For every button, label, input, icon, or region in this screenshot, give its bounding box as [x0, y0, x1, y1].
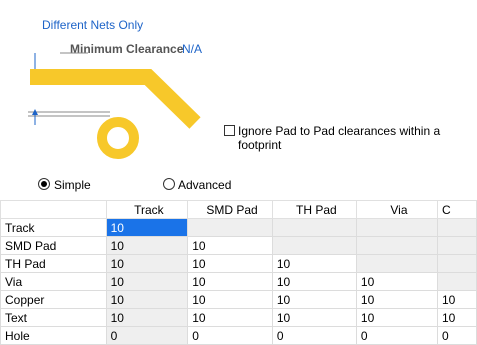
table-cell[interactable]: 10: [105, 308, 189, 327]
table-cell: [355, 236, 438, 255]
table-cell[interactable]: 10: [271, 272, 357, 291]
table-cell: [187, 218, 273, 237]
simple-radio-label: Simple: [54, 178, 91, 192]
clearance-matrix: Track SMD Pad TH Pad Via C Track 10 SMD …: [0, 200, 477, 345]
table-cell[interactable]: 10: [355, 290, 438, 309]
table-cell: [436, 236, 477, 255]
row-header: Copper: [0, 290, 107, 309]
table-cell[interactable]: 10: [105, 236, 189, 255]
table-row: Via 10 10 10 10: [0, 272, 477, 291]
rule-scope-label: Different Nets Only: [42, 18, 144, 32]
table-cell[interactable]: 10: [271, 290, 357, 309]
row-header: Track: [0, 218, 107, 237]
table-cell: [355, 254, 438, 273]
clearance-diagram: [28, 52, 201, 159]
table-cell: [436, 218, 477, 237]
column-header-copper: C: [436, 200, 477, 219]
table-row: Text 10 10 10 10 10: [0, 308, 477, 327]
table-cell[interactable]: 10: [105, 290, 189, 309]
table-cell[interactable]: 10: [187, 236, 273, 255]
advanced-radio-label: Advanced: [178, 178, 232, 192]
table-cell: [271, 236, 357, 255]
table-cell[interactable]: 10: [105, 218, 189, 237]
row-header: SMD Pad: [0, 236, 107, 255]
table-cell: [271, 218, 357, 237]
table-row: Track 10: [0, 218, 477, 237]
column-header-th-pad: TH Pad: [271, 200, 357, 219]
table-cell[interactable]: 10: [105, 272, 189, 291]
table-cell[interactable]: 10: [187, 254, 273, 273]
column-header-via: Via: [355, 200, 438, 219]
simple-radio[interactable]: [38, 178, 50, 190]
table-cell[interactable]: 10: [187, 308, 273, 327]
table-cell: [355, 218, 438, 237]
table-cell[interactable]: 10: [355, 272, 438, 291]
row-header: Via: [0, 272, 107, 291]
table-header-row: Track SMD Pad TH Pad Via C: [0, 200, 477, 219]
row-header: Text: [0, 308, 107, 327]
ignore-pad-checkbox[interactable]: [224, 125, 235, 136]
table-row: TH Pad 10 10 10: [0, 254, 477, 273]
table-cell[interactable]: 10: [355, 308, 438, 327]
table-cell[interactable]: 10: [271, 254, 357, 273]
table-cell: [436, 254, 477, 273]
pad-shape: [97, 117, 139, 159]
table-cell[interactable]: 10: [271, 308, 357, 327]
table-row: Copper 10 10 10 10 10: [0, 290, 477, 309]
table-cell[interactable]: 10: [436, 290, 477, 309]
column-header-smd-pad: SMD Pad: [187, 200, 273, 219]
table-row: SMD Pad 10 10: [0, 236, 477, 255]
table-cell: [436, 272, 477, 291]
table-cell[interactable]: 10: [187, 290, 273, 309]
table-cell[interactable]: 10: [105, 254, 189, 273]
column-header-track: Track: [105, 200, 189, 219]
ignore-pad-checkbox-label: Ignore Pad to Pad clearances within a fo…: [238, 124, 441, 152]
row-header: TH Pad: [0, 254, 107, 273]
advanced-radio[interactable]: [163, 178, 175, 190]
table-cell[interactable]: 10: [436, 308, 477, 327]
column-header: [0, 200, 107, 219]
table-cell[interactable]: 10: [187, 272, 273, 291]
